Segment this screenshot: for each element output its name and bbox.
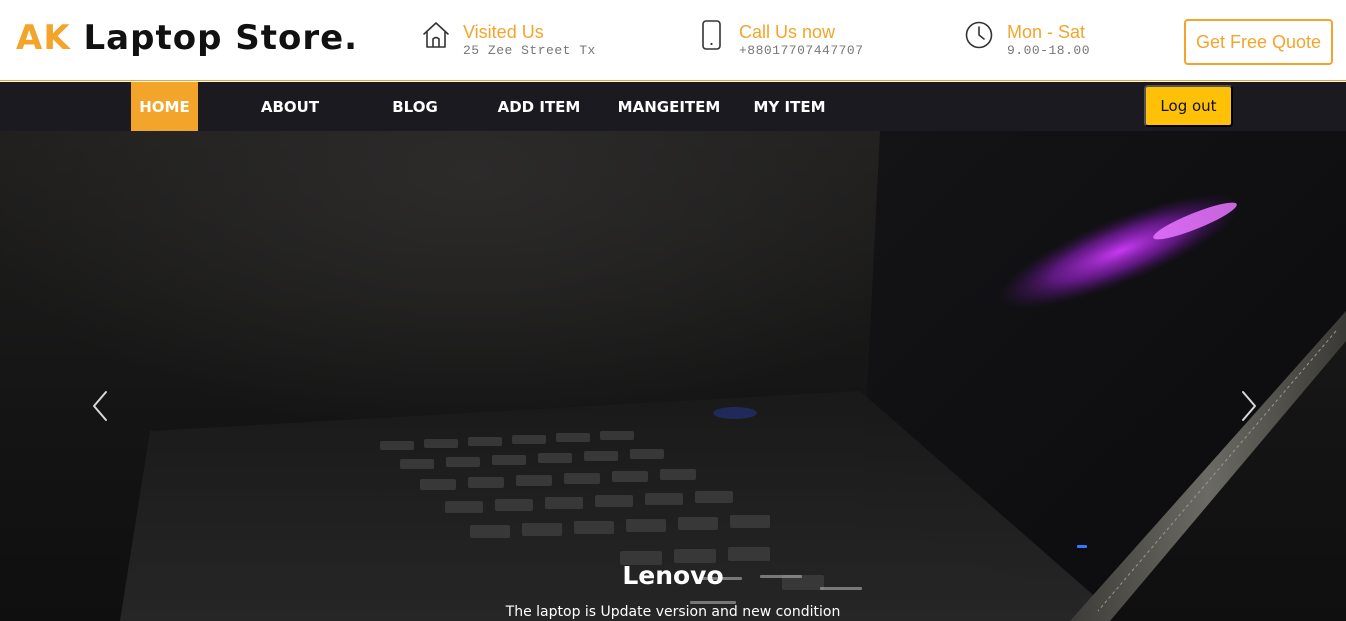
slide-description: The laptop is Update version and new con…	[505, 604, 841, 620]
visit-title: Visited Us	[463, 22, 544, 42]
site-logo[interactable]: AK Laptop Store.	[16, 18, 358, 58]
main-nav: HOME ABOUT BLOG ADD ITEM MANGEITEM MY IT…	[0, 82, 1346, 131]
get-free-quote-button[interactable]: Get Free Quote	[1184, 19, 1333, 65]
logo-name: Laptop Store.	[83, 18, 359, 58]
laptop-slide-image	[120, 131, 1346, 621]
slide-title: Lenovo	[622, 561, 724, 590]
chevron-left-icon[interactable]	[86, 389, 116, 423]
chevron-right-icon[interactable]	[1233, 389, 1263, 423]
logout-button[interactable]: Log out	[1144, 85, 1233, 127]
nav-item-my-item[interactable]: MY ITEM	[748, 82, 831, 131]
call-number[interactable]: +88017707447707	[739, 43, 864, 58]
hero-carousel: Lenovo The laptop is Update version and …	[0, 131, 1346, 621]
phone-icon	[702, 20, 721, 50]
home-icon	[423, 22, 449, 48]
top-header: AK Laptop Store. Visited Us 25 Zee Stree…	[0, 0, 1346, 81]
nav-item-blog[interactable]: BLOG	[380, 82, 450, 131]
hours-time: 9.00-18.00	[1007, 43, 1091, 58]
nav-item-about[interactable]: ABOUT	[248, 82, 332, 131]
hours-title: Mon - Sat	[1007, 22, 1086, 42]
nav-item-home[interactable]: HOME	[131, 82, 198, 131]
call-title: Call Us now	[739, 22, 836, 42]
nav-item-mangeitem[interactable]: MANGEITEM	[616, 82, 722, 131]
clock-icon	[965, 21, 993, 49]
nav-item-add-item[interactable]: ADD ITEM	[494, 82, 584, 131]
logo-prefix: AK	[16, 18, 71, 58]
visit-address: 25 Zee Street Tx	[463, 43, 596, 58]
